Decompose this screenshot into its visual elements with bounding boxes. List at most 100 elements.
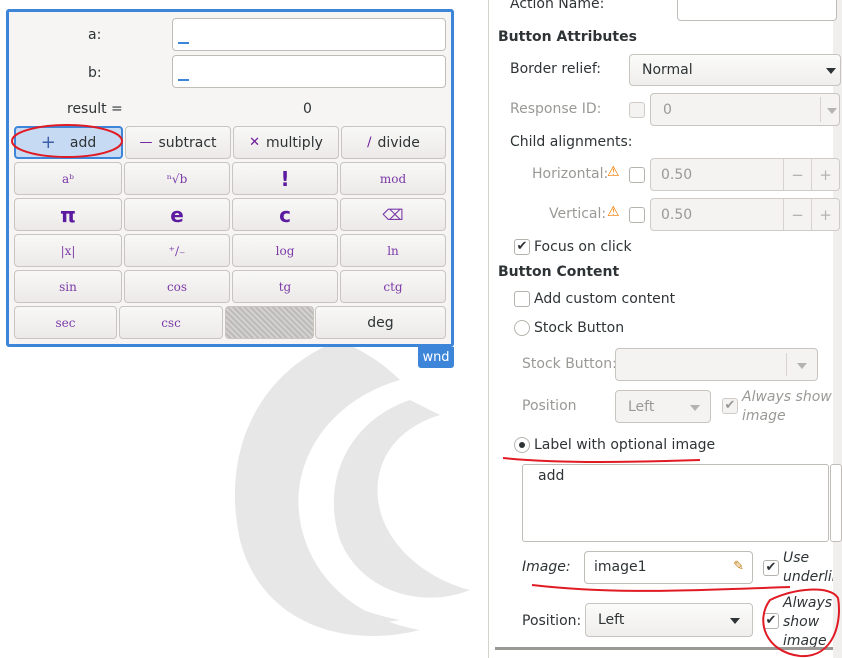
sec-icon: sec [55,315,76,330]
position-label-dim: Position [522,398,577,414]
label-text-area[interactable]: add [522,464,829,542]
chevron-down-icon [826,68,836,74]
divide-icon: ∕ [367,135,372,150]
chevron-down-icon [797,362,807,369]
minus-icon: — [139,135,153,150]
horizontal-spin[interactable]: 0.50 − + [650,158,840,191]
action-name-label: Action Name: [510,0,605,12]
label-with-image-radio[interactable] [514,437,530,453]
image-field[interactable]: image1 ✎ [584,551,753,584]
focus-on-click-label: Focus on click [534,239,632,255]
b-input[interactable] [172,55,446,88]
always-show-image-dim-label: Always show image [742,389,832,424]
action-name-input[interactable] [677,0,837,21]
a-input[interactable] [172,18,446,51]
tg-button[interactable]: tg [232,270,338,303]
csc-button[interactable]: csc [119,306,223,339]
use-underline-text: Use underline [783,550,833,585]
add-button[interactable]: + add [14,126,123,159]
text-cursor [178,42,189,44]
mod-icon: mod [379,171,407,186]
vertical-checkbox[interactable] [629,207,645,223]
subtract-button-label: subtract [158,134,217,151]
response-id-combo[interactable]: 0 [650,93,840,126]
pi-icon: π [60,202,76,227]
mod-button[interactable]: mod [340,162,446,195]
response-id-label: Response ID: [510,101,602,117]
use-underline-label: Use underline [783,549,833,587]
multiply-button[interactable]: ✕ multiply [233,126,339,159]
vertical-spin[interactable]: 0.50 − + [650,198,840,231]
child-alignments-label: Child alignments: [510,134,633,150]
position-dim-value: Left [628,398,655,415]
horizontal-value: 0.50 [661,166,693,183]
c-icon: c [279,202,291,227]
e-button[interactable]: e [124,198,230,231]
response-id-checkbox[interactable] [629,102,645,118]
edit-icon[interactable]: ✎ [733,559,744,574]
stock-button-label: Stock Button: [522,356,617,372]
deg-button[interactable]: deg [315,306,446,339]
horizontal-label: Horizontal: [532,166,609,182]
factorial-button[interactable]: ! [232,162,338,195]
sign-button[interactable]: ⁺∕₋ [124,234,230,267]
border-relief-value: Normal [642,62,693,78]
plus-icon[interactable]: + [811,199,839,230]
position-combo-dim[interactable]: Left [615,390,711,423]
label-text-value: add [538,468,565,484]
log-button[interactable]: log [232,234,338,267]
button-content-heading: Button Content [498,264,620,280]
horizontal-checkbox[interactable] [629,167,645,183]
combo-divider [786,353,787,376]
text-area-scrollbar[interactable] [830,464,842,542]
sin-button[interactable]: sin [14,270,122,303]
border-relief-combo[interactable]: Normal [629,54,841,86]
deg-button-label: deg [367,314,394,331]
placeholder-slot [225,306,314,339]
pi-button[interactable]: π [14,198,122,231]
panel-bottom-edge [495,647,833,650]
subtract-button[interactable]: — subtract [125,126,231,159]
stock-button-radio[interactable] [514,320,530,336]
multiply-icon: ✕ [249,135,261,150]
always-show-image-dim-checkbox[interactable]: ✔ [722,398,738,414]
backspace-button[interactable]: ⌫ [340,198,446,231]
window-tag: wnd [418,347,454,368]
power-button[interactable]: aᵇ [14,162,122,195]
position-combo[interactable]: Left [585,603,753,637]
position-value: Left [598,612,625,628]
ctg-button[interactable]: ctg [340,270,446,303]
warning-icon: ⚠ [607,204,620,220]
add-custom-content-checkbox[interactable] [514,291,530,307]
result-label: result = [67,101,123,117]
sec-button[interactable]: sec [14,306,117,339]
minus-icon[interactable]: − [783,199,811,230]
divide-button-label: divide [377,134,420,151]
use-underline-checkbox[interactable]: ✔ [763,560,779,576]
image-value: image1 [594,559,647,575]
c-button[interactable]: c [232,198,338,231]
always-show-image-label: Always show image [783,595,833,649]
chevron-down-icon [690,404,700,411]
ln-icon: ln [387,243,399,258]
add-custom-content-label: Add custom content [534,291,676,307]
response-id-value: 0 [663,101,672,118]
plus-icon[interactable]: + [811,159,839,190]
minus-icon[interactable]: − [783,159,811,190]
ln-button[interactable]: ln [340,234,446,267]
cos-button[interactable]: cos [124,270,230,303]
abs-button[interactable]: |x| [14,234,122,267]
focus-on-click-checkbox[interactable]: ✔ [514,239,530,255]
e-icon: e [170,202,184,227]
factorial-icon: ! [280,166,290,191]
divide-button[interactable]: ∕ divide [341,126,446,159]
stock-button-combo[interactable] [615,348,818,381]
root-icon: ⁿ√b [166,171,188,186]
image-label: Image: [522,559,571,575]
calculator-window: a: b: result = 0 + add — subtract ✕ mult… [6,9,454,347]
root-button[interactable]: ⁿ√b [124,162,230,195]
warning-icon: ⚠ [607,164,620,180]
stock-button-radio-label: Stock Button [534,320,625,336]
always-show-image-checkbox[interactable]: ✔ [763,613,779,629]
tg-icon: tg [278,279,292,294]
